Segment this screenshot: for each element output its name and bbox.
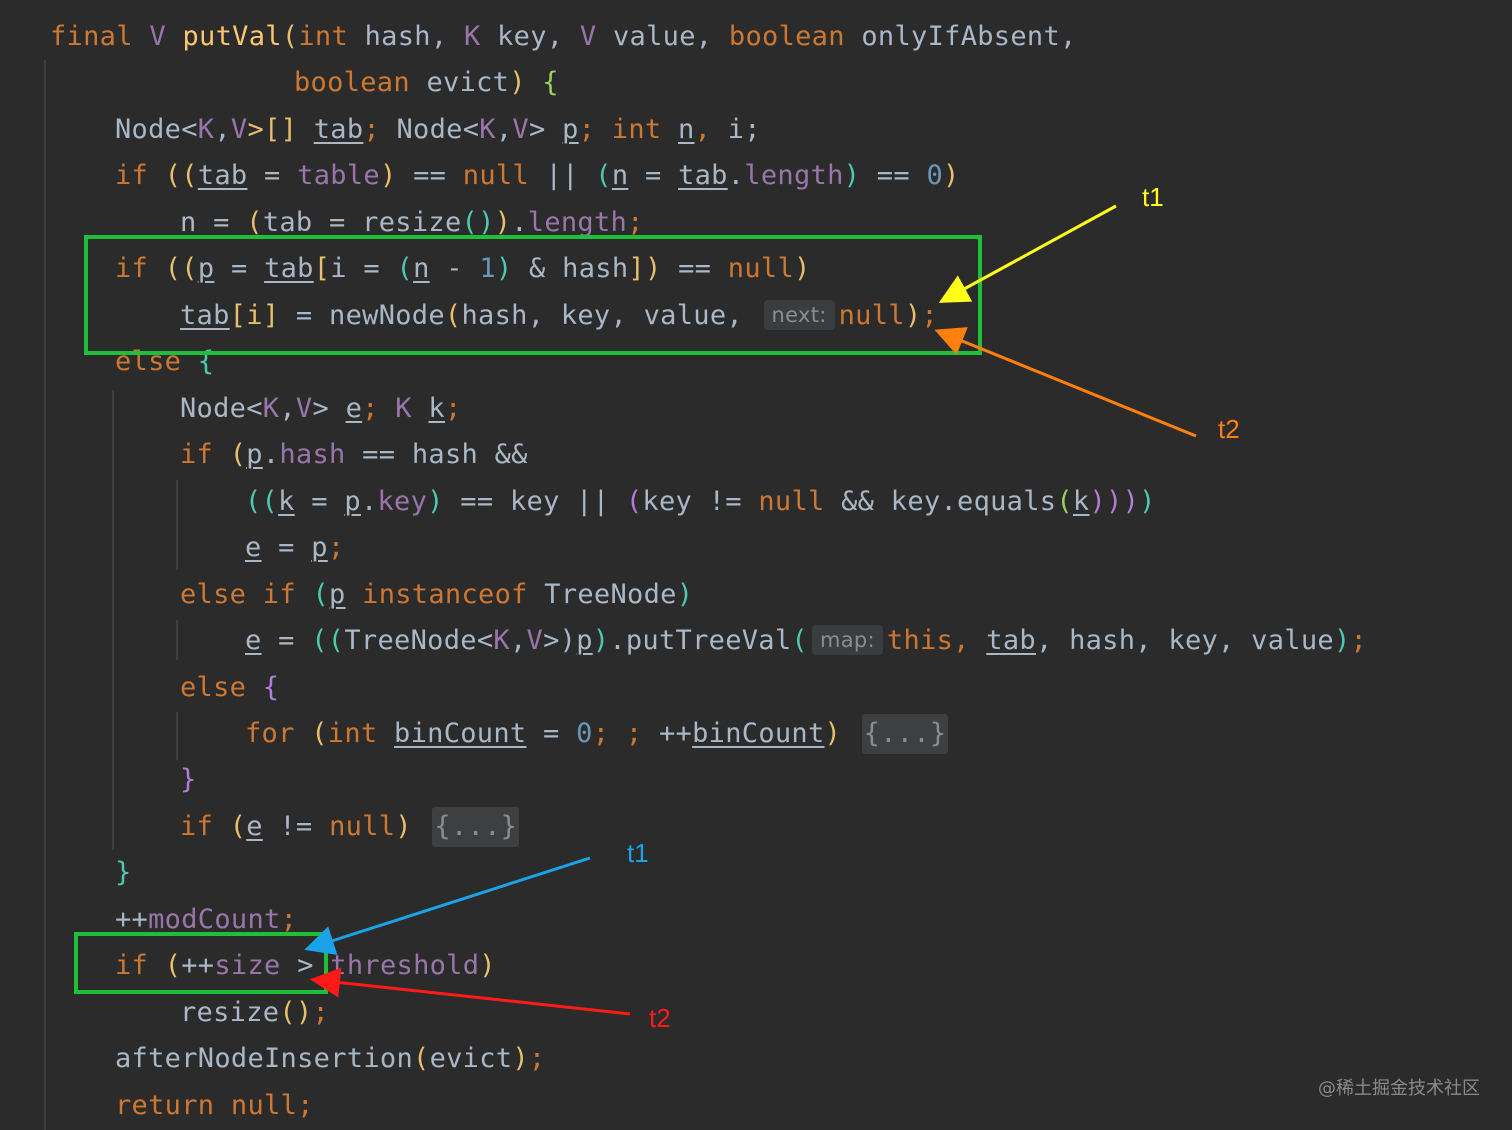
label-t1-bottom: t1	[627, 838, 649, 868]
label-t2-bottom: t2	[649, 1003, 671, 1033]
annotation-arrows	[304, 204, 1197, 1016]
arrow-t1-bottom	[304, 856, 591, 955]
watermark: @稀土掘金技术社区	[1318, 1078, 1480, 1099]
label-t1-top: t1	[1142, 182, 1164, 212]
arrow-t2-bottom	[310, 967, 631, 1016]
label-t2-top: t2	[1218, 414, 1240, 444]
arrow-t2-top	[934, 327, 1197, 438]
arrow-t1-top	[938, 204, 1117, 303]
